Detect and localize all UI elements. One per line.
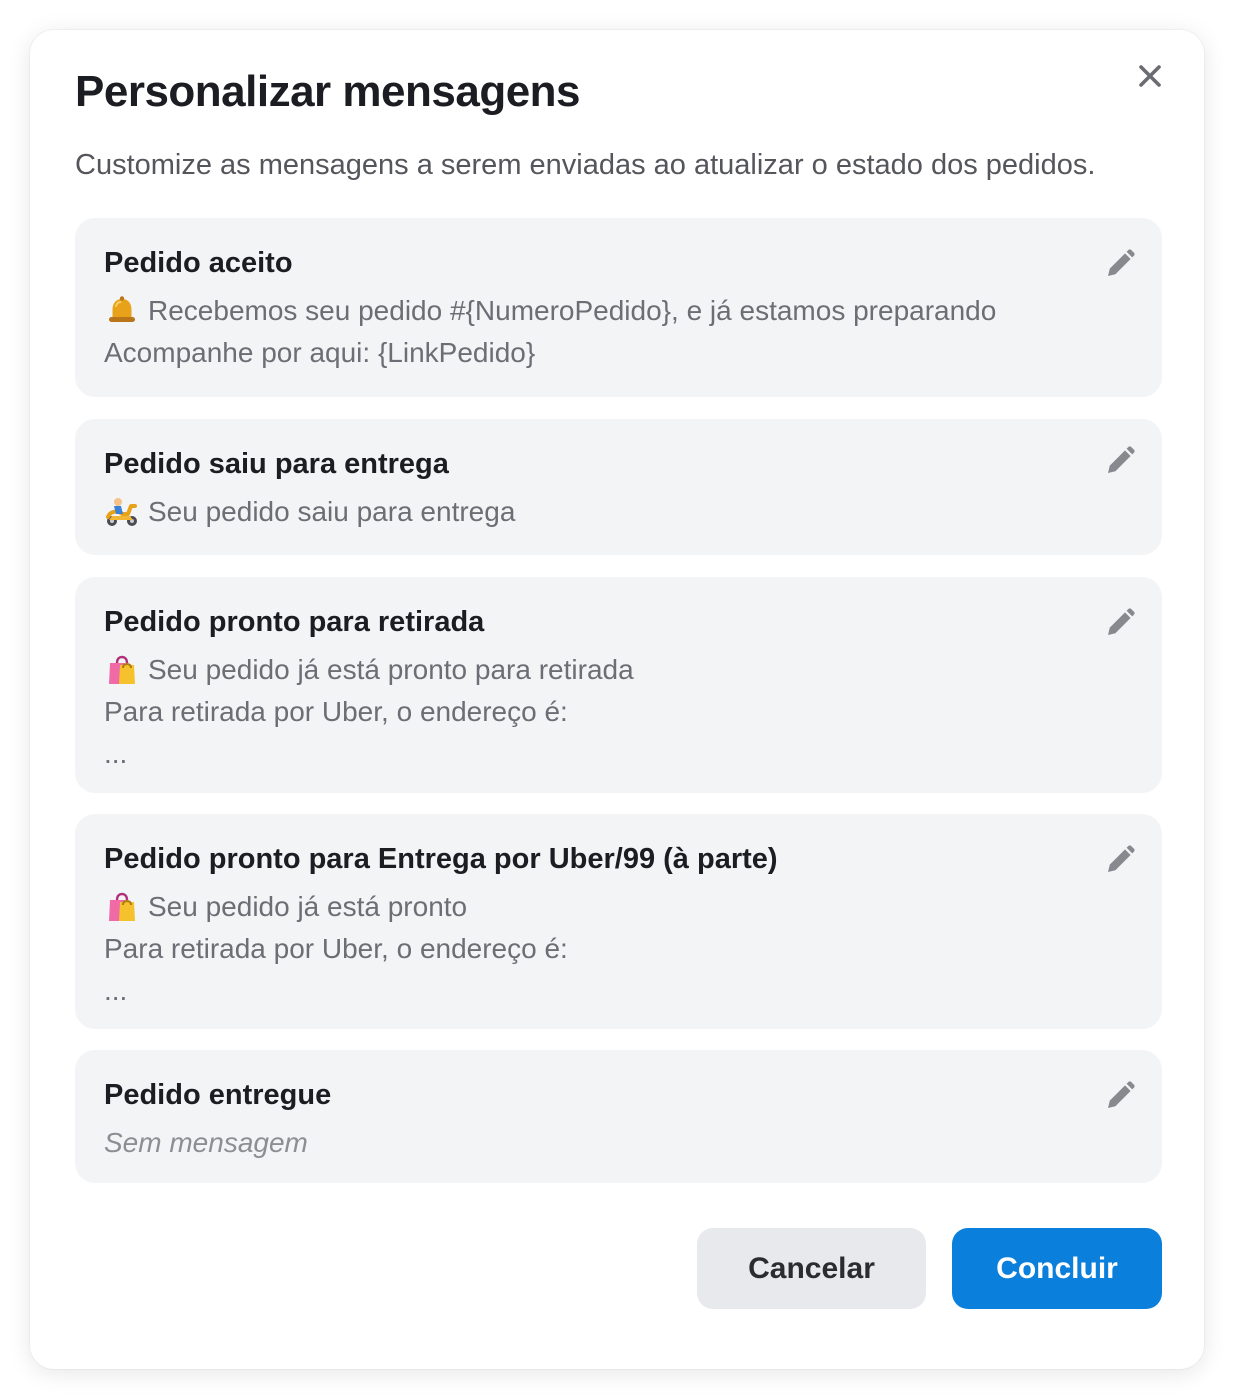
pencil-icon	[1108, 1081, 1135, 1108]
cancel-button[interactable]: Cancelar	[697, 1228, 926, 1309]
message-text: Recebemos seu pedido #{NumeroPedido}, e …	[148, 295, 997, 326]
shopping-bags-icon	[104, 652, 140, 688]
pencil-icon	[1108, 845, 1135, 872]
message-line: Para retirada por Uber, o endereço é:	[104, 928, 1133, 970]
message-text: Para retirada por Uber, o endereço é:	[104, 696, 568, 727]
pencil-icon	[1108, 608, 1135, 635]
message-card-pedido-aceito[interactable]: Pedido aceito Recebemos seu pedido #{Num…	[75, 218, 1162, 397]
message-line: ...	[104, 733, 1133, 775]
close-button[interactable]	[1130, 58, 1170, 94]
close-icon	[1139, 65, 1161, 87]
card-title: Pedido pronto para retirada	[104, 606, 485, 638]
message-preview: Seu pedido já está pronto para retirada …	[104, 649, 1133, 775]
scooter-icon	[104, 494, 140, 530]
message-line: Recebemos seu pedido #{NumeroPedido}, e …	[104, 290, 1133, 332]
card-title: Pedido pronto para Entrega por Uber/99 (…	[104, 843, 778, 875]
message-text: ...	[104, 975, 128, 1006]
message-card-pedido-saiu-para-entrega[interactable]: Pedido saiu para entrega Seu pedido saiu…	[75, 419, 1162, 555]
edit-button[interactable]	[1102, 443, 1138, 479]
message-line: Para retirada por Uber, o endereço é:	[104, 691, 1133, 733]
message-line: Seu pedido saiu para entrega	[104, 491, 1133, 533]
message-card-pedido-entregue[interactable]: Pedido entregue Sem mensagem	[75, 1050, 1162, 1183]
message-line: Seu pedido já está pronto	[104, 886, 1133, 928]
modal-subtitle: Customize as mensagens a serem enviadas …	[75, 149, 1096, 181]
message-text: Seu pedido já está pronto para retirada	[148, 654, 634, 685]
message-line: Seu pedido já está pronto para retirada	[104, 649, 1133, 691]
edit-button[interactable]	[1102, 842, 1138, 878]
bell-icon	[104, 293, 140, 329]
message-text: Para retirada por Uber, o endereço é:	[104, 933, 568, 964]
message-line: Sem mensagem	[104, 1122, 1133, 1164]
message-line: Acompanhe por aqui: {LinkPedido}	[104, 332, 1133, 374]
message-text: Acompanhe por aqui: {LinkPedido}	[104, 337, 536, 368]
message-preview: Seu pedido já está pronto Para retirada …	[104, 886, 1133, 1012]
message-text: Seu pedido saiu para entrega	[148, 496, 516, 527]
shopping-bags-icon	[104, 889, 140, 925]
message-preview: Sem mensagem	[104, 1122, 1133, 1164]
pencil-icon	[1108, 446, 1135, 473]
message-text: Seu pedido já está pronto	[148, 891, 468, 922]
message-text: Sem mensagem	[104, 1127, 308, 1158]
modal-title: Personalizar mensagens	[75, 67, 581, 116]
pencil-icon	[1108, 249, 1135, 276]
confirm-button[interactable]: Concluir	[952, 1228, 1162, 1309]
message-line: ...	[104, 970, 1133, 1012]
card-title: Pedido saiu para entrega	[104, 448, 449, 480]
edit-button[interactable]	[1102, 1078, 1138, 1114]
message-text: ...	[104, 738, 128, 769]
customize-messages-modal: Personalizar mensagens Customize as mens…	[30, 30, 1204, 1369]
card-title: Pedido entregue	[104, 1079, 332, 1111]
message-preview: Recebemos seu pedido #{NumeroPedido}, e …	[104, 290, 1133, 374]
card-title: Pedido aceito	[104, 247, 293, 279]
message-card-pedido-pronto-para-retirada[interactable]: Pedido pronto para retirada Seu pedido j…	[75, 577, 1162, 793]
message-card-pedido-pronto-para-entrega-uber[interactable]: Pedido pronto para Entrega por Uber/99 (…	[75, 814, 1162, 1029]
edit-button[interactable]	[1102, 246, 1138, 282]
edit-button[interactable]	[1102, 605, 1138, 641]
message-preview: Seu pedido saiu para entrega	[104, 491, 1133, 533]
